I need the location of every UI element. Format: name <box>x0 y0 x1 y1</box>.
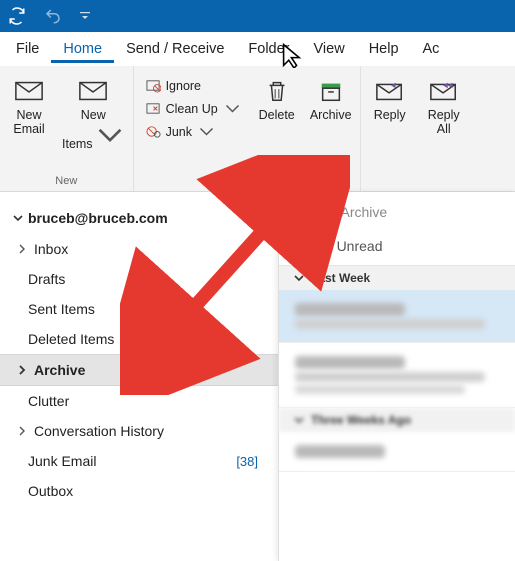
chevron-right-icon <box>16 425 28 437</box>
trash-icon <box>262 78 292 104</box>
reply-all-icon <box>429 78 459 104</box>
chevron-down-icon <box>199 124 214 139</box>
ribbon-group-new: New Email New Items New <box>0 66 134 191</box>
cleanup-button[interactable]: Clean Up <box>142 99 244 118</box>
tab-send-receive[interactable]: Send / Receive <box>114 35 236 63</box>
message-list-pane: Search Archive All Unread Last Week Thre… <box>278 192 515 561</box>
workspace: bruceb@bruceb.com Inbox Drafts Sent Item… <box>0 192 515 561</box>
menu-bar: File Home Send / Receive Folder View Hel… <box>0 32 515 66</box>
junk-button[interactable]: Junk <box>142 122 244 141</box>
tab-view[interactable]: View <box>302 35 357 63</box>
folder-archive[interactable]: Archive <box>0 354 278 386</box>
folder-junk[interactable]: Junk Email[38] <box>0 446 278 476</box>
message-item[interactable] <box>279 290 515 343</box>
filter-all[interactable]: All <box>297 232 317 265</box>
folder-drafts[interactable]: Drafts <box>0 264 278 294</box>
cleanup-icon <box>146 101 161 116</box>
undo-icon[interactable] <box>44 7 62 25</box>
folder-sent[interactable]: Sent Items <box>0 294 278 324</box>
title-bar <box>0 0 515 32</box>
chevron-down-icon <box>293 272 305 284</box>
message-item[interactable] <box>279 432 515 472</box>
customize-dropdown-icon[interactable] <box>80 11 90 21</box>
tab-help[interactable]: Help <box>357 35 411 63</box>
cursor-icon <box>279 42 309 68</box>
folder-pane: bruceb@bruceb.com Inbox Drafts Sent Item… <box>0 192 278 561</box>
new-email-button[interactable]: New Email <box>8 72 50 152</box>
group-label-delete: Delet <box>234 175 260 189</box>
message-item[interactable] <box>279 343 515 408</box>
junk-icon <box>146 124 161 139</box>
tab-account[interactable]: Ac <box>411 35 452 63</box>
folder-deleted[interactable]: Deleted Items <box>0 324 278 354</box>
envelope-icon <box>78 78 108 104</box>
ignore-icon <box>146 78 161 93</box>
reply-icon <box>375 78 405 104</box>
envelope-icon <box>14 78 44 104</box>
reply-all-button[interactable]: Reply All <box>423 72 465 137</box>
filter-tabs: All Unread <box>279 232 515 266</box>
group-last-week[interactable]: Last Week <box>279 266 515 290</box>
account-header[interactable]: bruceb@bruceb.com <box>0 206 278 234</box>
archive-button[interactable]: Archive <box>310 72 352 122</box>
archive-icon <box>316 78 346 104</box>
chevron-right-icon <box>16 243 28 255</box>
chevron-down-icon <box>12 212 24 224</box>
filter-unread[interactable]: Unread <box>335 232 385 265</box>
chevron-down-icon <box>293 414 305 426</box>
ribbon-group-respond: Reply Reply All <box>361 66 473 191</box>
folder-inbox[interactable]: Inbox <box>0 234 278 264</box>
folder-conversation-history[interactable]: Conversation History <box>0 416 278 446</box>
chevron-down-icon <box>95 122 125 148</box>
folder-outbox[interactable]: Outbox <box>0 476 278 506</box>
new-items-button[interactable]: New Items <box>62 72 125 152</box>
ribbon: New Email New Items New Ignore Clean Up <box>0 66 515 192</box>
ribbon-group-delete: Ignore Clean Up Junk Delete <box>134 66 361 191</box>
folder-clutter[interactable]: Clutter <box>0 386 278 416</box>
chevron-down-icon <box>225 101 240 116</box>
refresh-icon[interactable] <box>8 7 26 25</box>
ignore-button[interactable]: Ignore <box>142 76 244 95</box>
chevron-right-icon <box>16 364 28 376</box>
group-label-new: New <box>55 175 77 189</box>
tab-file[interactable]: File <box>4 35 51 63</box>
tab-home[interactable]: Home <box>51 35 114 63</box>
search-input[interactable]: Search Archive <box>279 192 515 232</box>
reply-button[interactable]: Reply <box>369 72 411 137</box>
group-label-respond <box>415 175 418 189</box>
junk-count: [38] <box>236 454 264 469</box>
delete-button[interactable]: Delete <box>256 72 298 122</box>
group-three-weeks[interactable]: Three Weeks Ago <box>279 408 515 432</box>
